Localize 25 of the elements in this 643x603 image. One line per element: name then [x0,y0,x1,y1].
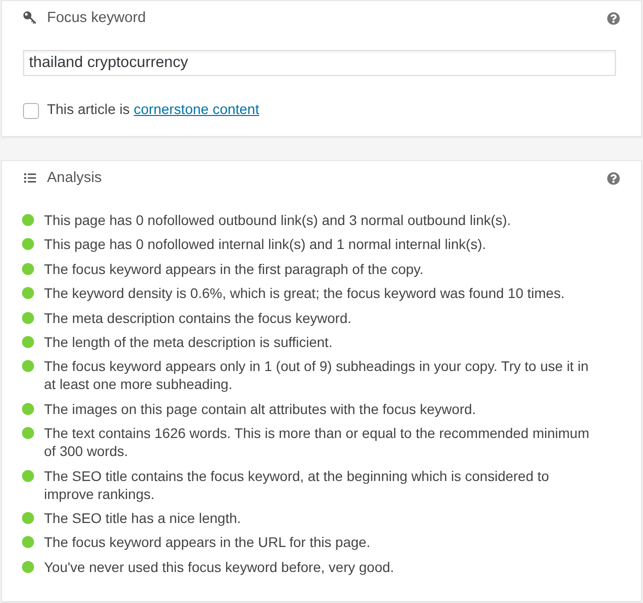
analysis-result-text: The focus keyword appears only in 1 (out of 9) subheadings in your copy. Try to use it in at least one more subheading. [44,357,590,394]
analysis-result-text: The keyword density is 0.6%, which is great; the focus keyword was found 10 times. [44,284,566,302]
analysis-result-text: You've never used this focus keyword before, very good. [44,558,396,576]
focus-keyword-input[interactable]: thailand cryptocurrency [23,50,616,76]
cornerstone-label: This article is cornerstone content [47,101,260,120]
help-icon [607,172,620,184]
panel-title: Analysis [47,170,102,186]
help-button[interactable] [607,172,620,184]
analysis-result-text: The meta description contains the focus keyword. [44,308,352,327]
key-icon [23,11,37,25]
list-icon [23,172,37,184]
cornerstone-checkbox[interactable] [23,103,39,119]
analysis-result-text: This page has 0 nofollowed internal link(s) and 1 normal internal link(s). [44,235,487,254]
analysis-result-text: The images on this page contain alt attributes with the focus keyword. [44,400,477,418]
analysis-result-text: The text contains 1626 words. This is more than or equal to the recommended minimum of 300 words. [44,424,590,460]
panel-title: Focus keyword [47,10,146,26]
analysis-result-text: This page has 0 nofollowed outbound link(s) and 3 normal outbound link(s). [44,211,512,229]
analysis-result-text: The length of the meta description is sufficient. [44,332,334,351]
help-icon [607,12,620,24]
analysis-result-text: The focus keyword appears in the first paragraph of the copy. [44,260,425,278]
analysis-result-text: The SEO title has a nice length. [44,508,242,527]
analysis-result-text: The SEO title contains the focus keyword, at the beginning which is considered to improve rankings. [44,466,550,503]
cornerstone-link[interactable]: cornerstone content [134,102,260,118]
help-button[interactable] [607,12,620,24]
analysis-result-text: The focus keyword appears in the URL for this page. [44,533,372,552]
